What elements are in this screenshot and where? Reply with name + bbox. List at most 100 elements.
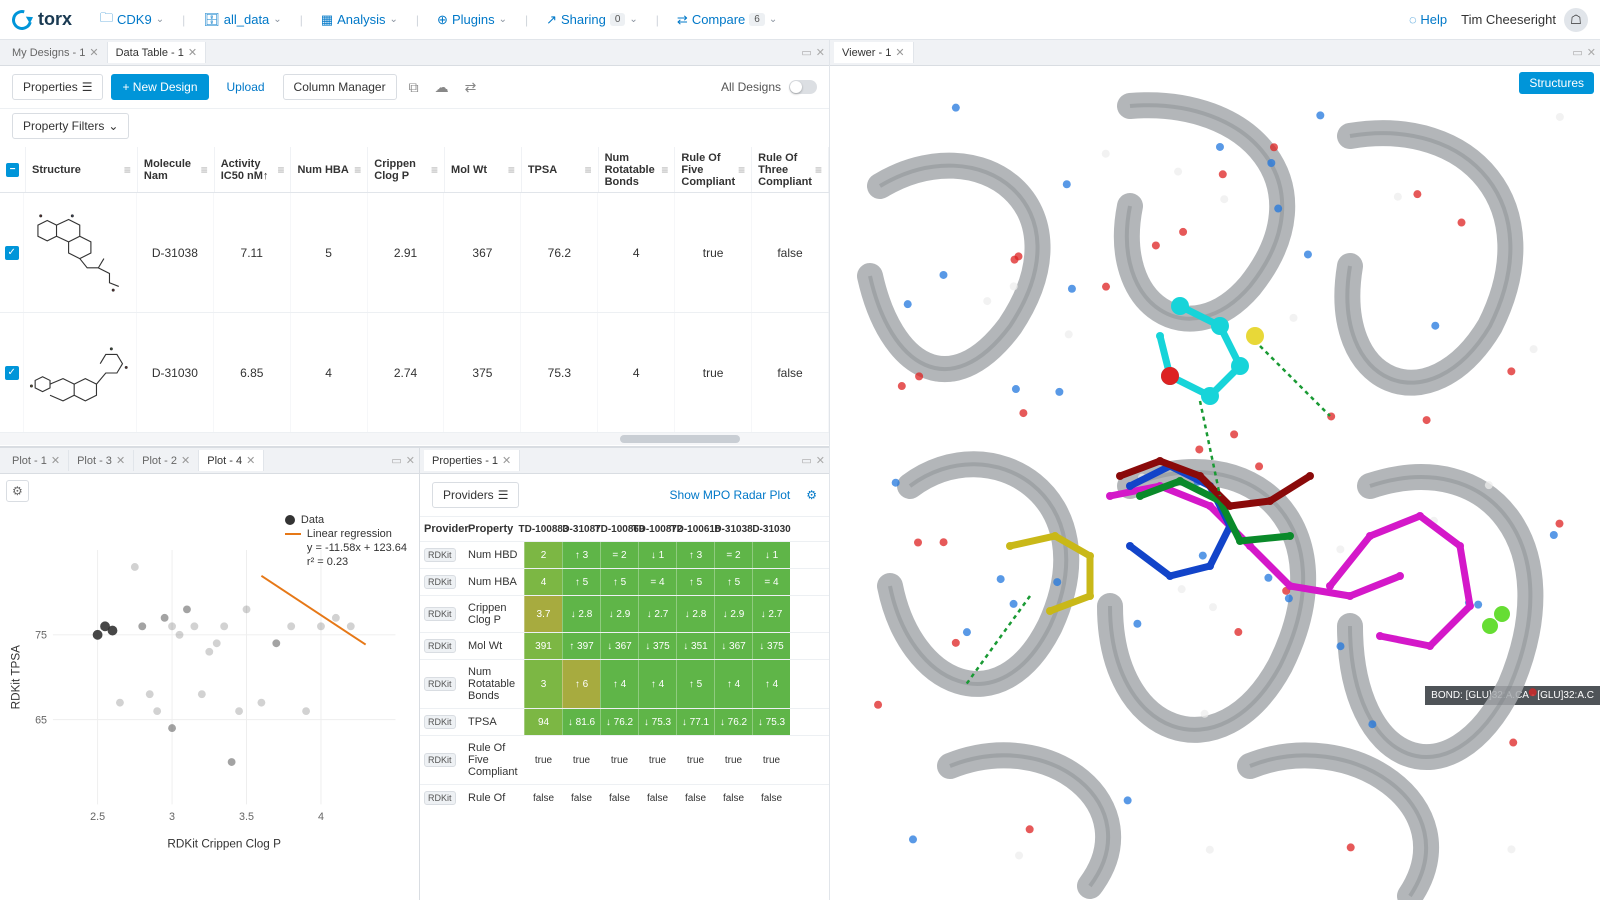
column-menu-icon[interactable]: ≡ xyxy=(738,163,745,177)
structure-cell[interactable] xyxy=(24,313,137,432)
props-col-header[interactable]: D-31030 xyxy=(752,517,790,541)
viewer-3d[interactable]: Structures BOND: [GLU]32:A.CA - [GLU]32:… xyxy=(830,66,1600,900)
props-value: 3 xyxy=(524,660,562,708)
props-value: ↓ 76.2 xyxy=(600,709,638,735)
tab-properties[interactable]: Properties - 1✕ xyxy=(424,450,520,471)
close-icon[interactable]: ✕ xyxy=(89,46,98,59)
cell: 7.11 xyxy=(214,193,291,312)
close-icon[interactable]: ✕ xyxy=(116,454,125,467)
minimize-icon[interactable]: ▭ xyxy=(801,46,811,59)
property-filters-button[interactable]: Property Filters⌄ xyxy=(12,113,129,139)
property-name: Num Rotatable Bonds xyxy=(464,660,524,708)
close-panel-icon[interactable]: ✕ xyxy=(406,454,415,467)
properties-panel: Properties - 1✕ ▭ ✕ Providers☰ Show MPO R… xyxy=(420,448,829,900)
column-menu-icon[interactable]: ≡ xyxy=(431,163,438,177)
column-header[interactable]: Crippen Clog P≡ xyxy=(368,147,445,192)
cloud-icon[interactable]: ☁ xyxy=(431,75,453,100)
help-link[interactable]: ◌ Help xyxy=(1409,12,1447,27)
column-menu-icon[interactable]: ≡ xyxy=(815,163,822,177)
properties-button[interactable]: Properties☰ xyxy=(12,74,103,100)
props-value: false xyxy=(714,785,752,811)
close-icon[interactable]: ✕ xyxy=(502,454,511,467)
cdk9-icon: 🗀 xyxy=(100,9,113,31)
props-col-header[interactable]: TD-100883 xyxy=(524,517,562,541)
app-name: torx xyxy=(38,9,72,30)
props-value: ↑ 3 xyxy=(676,542,714,568)
cell: 4 xyxy=(598,313,675,432)
tab-my-designs---1[interactable]: My Designs - 1✕ xyxy=(4,42,108,63)
props-value: ↓ 2.9 xyxy=(714,596,752,632)
nav-plugins[interactable]: ⊕Plugins⌄ xyxy=(429,8,515,32)
props-col-header[interactable]: TD-100618 xyxy=(676,517,714,541)
column-header[interactable]: Structure≡ xyxy=(26,147,138,192)
svg-text:4: 4 xyxy=(318,811,324,823)
structure-cell[interactable] xyxy=(24,193,137,312)
nav-compare[interactable]: ⇄Compare6⌄ xyxy=(669,8,785,32)
column-header[interactable]: Activity IC50 nM↑≡ xyxy=(215,147,292,192)
copy-icon[interactable]: ⧉ xyxy=(405,75,423,100)
column-header[interactable]: TPSA≡ xyxy=(522,147,599,192)
minimize-icon[interactable]: ▭ xyxy=(1572,46,1582,59)
column-menu-icon[interactable]: ≡ xyxy=(277,163,284,177)
close-icon[interactable]: ✕ xyxy=(51,454,60,467)
horizontal-scrollbar[interactable] xyxy=(0,433,829,445)
plugins-icon: ⊕ xyxy=(437,12,448,28)
column-header[interactable]: Num Rotatable Bonds≡ xyxy=(599,147,676,192)
close-icon[interactable]: ✕ xyxy=(895,46,904,59)
tab-plot---1[interactable]: Plot - 1✕ xyxy=(4,450,69,471)
nav-alldata[interactable]: 🗄all_data⌄ xyxy=(195,8,289,32)
new-design-button[interactable]: + New Design xyxy=(111,74,208,100)
structures-button[interactable]: Structures xyxy=(1519,72,1594,94)
select-all-checkbox[interactable]: − xyxy=(0,147,26,192)
column-menu-icon[interactable]: ≡ xyxy=(124,163,131,177)
table-row: ✓ D-310306.8542.7437575.34truefalse xyxy=(0,313,829,433)
close-panel-icon[interactable]: ✕ xyxy=(816,46,825,59)
nav-sharing[interactable]: ↗Sharing0⌄ xyxy=(538,8,646,32)
tab-plot---3[interactable]: Plot - 3✕ xyxy=(69,450,134,471)
nav-analysis[interactable]: ▦Analysis⌄ xyxy=(313,8,406,32)
column-manager-button[interactable]: Column Manager xyxy=(283,74,397,100)
user-avatar-icon: ☖ xyxy=(1564,8,1588,32)
column-header[interactable]: Molecule Nam≡ xyxy=(138,147,215,192)
row-checkbox[interactable]: ✓ xyxy=(0,313,24,432)
all-designs-toggle[interactable] xyxy=(789,80,817,94)
nav-cdk9[interactable]: 🗀CDK9⌄ xyxy=(92,5,172,35)
props-value: ↓ 2.8 xyxy=(676,596,714,632)
provider-badge: RDKit xyxy=(424,607,456,621)
column-header[interactable]: Num HBA≡ xyxy=(291,147,368,192)
gear-icon[interactable]: ⚙ xyxy=(798,488,817,502)
row-checkbox[interactable]: ✓ xyxy=(0,193,24,312)
property-name: Rule Of Five Compliant xyxy=(464,736,524,784)
column-menu-icon[interactable]: ≡ xyxy=(585,163,592,177)
close-icon[interactable]: ✕ xyxy=(181,454,190,467)
upload-link[interactable]: Upload xyxy=(217,75,275,99)
tab-viewer[interactable]: Viewer - 1✕ xyxy=(834,42,914,63)
plot-settings-button[interactable]: ⚙ xyxy=(6,480,29,502)
cell: true xyxy=(675,313,752,432)
props-value: ↑ 4 xyxy=(752,660,790,708)
column-menu-icon[interactable]: ≡ xyxy=(661,163,668,177)
column-header[interactable]: Mol Wt≡ xyxy=(445,147,522,192)
column-menu-icon[interactable]: ≡ xyxy=(508,163,515,177)
tab-plot---2[interactable]: Plot - 2✕ xyxy=(134,450,199,471)
minimize-icon[interactable]: ▭ xyxy=(391,454,401,467)
close-icon[interactable]: ✕ xyxy=(188,46,197,59)
user-menu[interactable]: Tim Cheeseright ☖ xyxy=(1461,8,1588,32)
providers-button[interactable]: Providers☰ xyxy=(432,482,519,508)
column-menu-icon[interactable]: ≡ xyxy=(354,163,361,177)
props-col-header[interactable]: D-31038 xyxy=(714,517,752,541)
close-panel-icon[interactable]: ✕ xyxy=(816,454,825,467)
column-header[interactable]: Rule Of Five Compliant≡ xyxy=(675,147,752,192)
minimize-icon[interactable]: ▭ xyxy=(801,454,811,467)
show-radar-link[interactable]: Show MPO Radar Plot xyxy=(670,488,791,502)
close-panel-icon[interactable]: ✕ xyxy=(1587,46,1596,59)
column-header[interactable]: Rule Of Three Compliant≡ xyxy=(752,147,829,192)
close-icon[interactable]: ✕ xyxy=(246,454,255,467)
tab-plot---4[interactable]: Plot - 4✕ xyxy=(199,450,264,471)
shuffle-icon[interactable]: ⇄ xyxy=(461,75,481,100)
viewer-tabs: Viewer - 1✕ ▭ ✕ xyxy=(830,40,1600,66)
chevron-down-icon: ⌄ xyxy=(769,14,777,25)
props-value: ↑ 5 xyxy=(714,569,752,595)
tab-data-table---1[interactable]: Data Table - 1✕ xyxy=(108,42,207,63)
column-menu-icon[interactable]: ≡ xyxy=(201,163,208,177)
